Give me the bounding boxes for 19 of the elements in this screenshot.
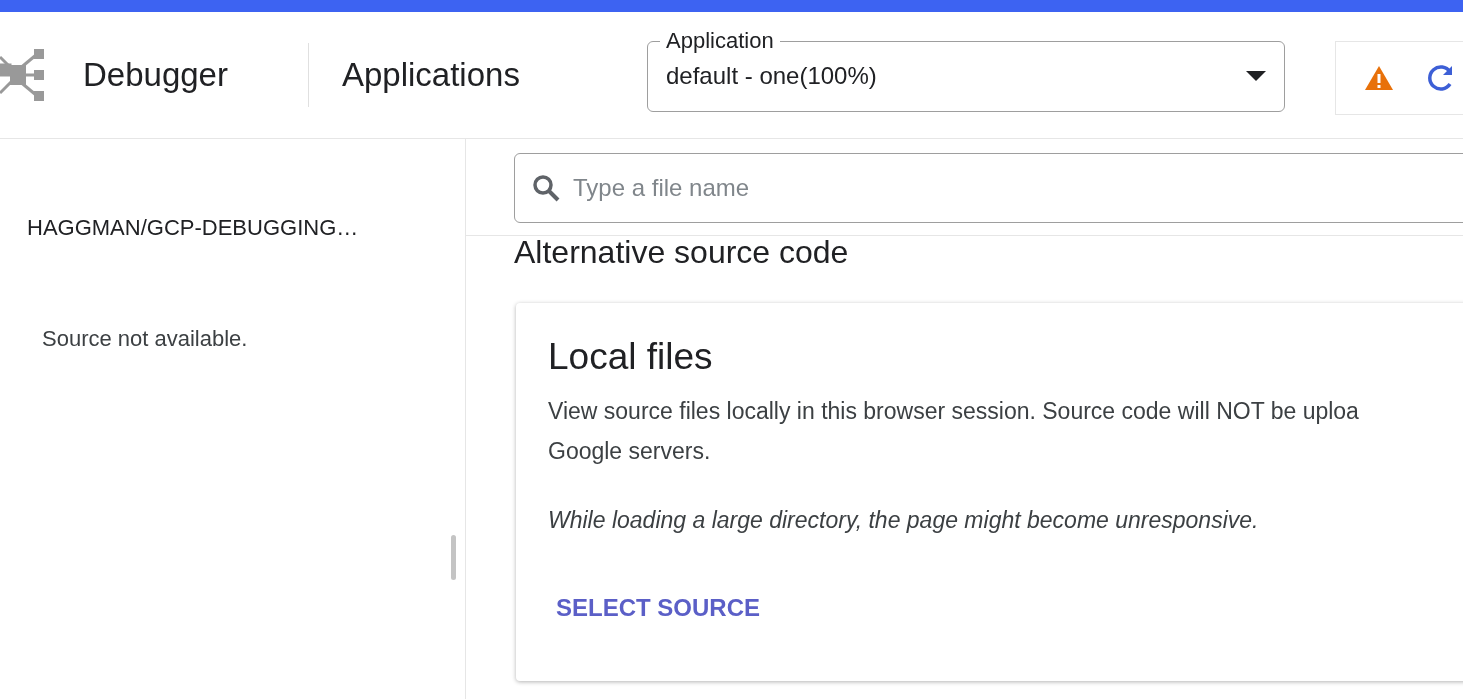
resize-handle[interactable] <box>451 535 456 580</box>
refresh-icon[interactable] <box>1428 64 1452 92</box>
debugger-logo-icon <box>0 47 46 103</box>
select-label: Application <box>665 28 775 54</box>
warning-icon[interactable] <box>1364 65 1394 91</box>
select-source-button[interactable]: SELECT SOURCE <box>544 583 773 632</box>
source-message: Source not available. <box>42 325 249 353</box>
description-line: View source files locally in this browser session. Source code will NOT be uploa <box>548 397 1359 426</box>
warning-note: While loading a large directory, the page might become unresponsive. <box>548 506 1260 535</box>
card-title: Local files <box>548 337 714 377</box>
repository-name: HAGGMAN/GCP-DEBUGGING… <box>27 214 360 242</box>
description-line: Google servers. <box>548 437 711 466</box>
search-icon <box>532 174 560 202</box>
page-title: Applications <box>341 55 520 96</box>
product-name: Debugger <box>83 55 228 96</box>
dropdown-caret-icon <box>1246 71 1266 81</box>
select-value: default - one(100%) <box>666 61 878 91</box>
search-field[interactable]: Type a file name <box>514 153 1463 223</box>
section-heading: Alternative source code <box>514 234 850 270</box>
